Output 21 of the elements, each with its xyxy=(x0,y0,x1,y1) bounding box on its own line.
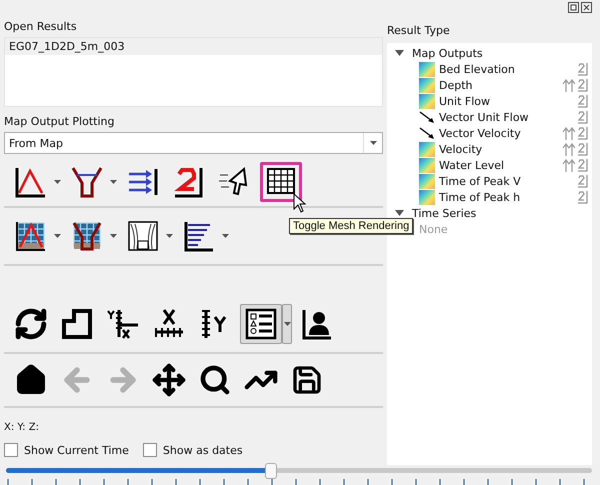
dropdown-value: From Map xyxy=(9,136,63,150)
tree-item[interactable]: Vector Velocity xyxy=(439,126,521,140)
section-label: Open Results xyxy=(4,20,78,33)
section-label: Map Output Plotting xyxy=(4,115,116,128)
checkbox-label: Show Current Time xyxy=(24,444,129,456)
checkbox-label: Show as dates xyxy=(162,444,243,456)
tree-item[interactable]: Vector Unit Flow xyxy=(439,110,529,124)
tree-item[interactable]: Velocity xyxy=(439,142,482,156)
tree-group[interactable]: Time Series xyxy=(412,206,476,220)
coordinates-readout: X: Y: Z: xyxy=(4,422,40,433)
tree-item[interactable]: Water Level xyxy=(439,158,504,172)
tree-group[interactable]: Map Outputs xyxy=(412,46,483,60)
section-label: Result Type xyxy=(387,24,451,37)
map-output-dropdown[interactable]: From Map xyxy=(4,132,383,154)
tree-item[interactable]: Unit Flow xyxy=(439,94,490,108)
tree-item[interactable]: Bed Elevation xyxy=(439,62,515,76)
tree-item[interactable]: Time of Peak V xyxy=(439,174,521,188)
tree-item[interactable]: Depth xyxy=(439,78,473,92)
result-item[interactable]: EG07_1D2D_5m_003 xyxy=(5,38,382,55)
tooltip: Toggle Mesh Rendering xyxy=(289,218,414,234)
tree-item[interactable]: Time of Peak h xyxy=(439,190,520,204)
